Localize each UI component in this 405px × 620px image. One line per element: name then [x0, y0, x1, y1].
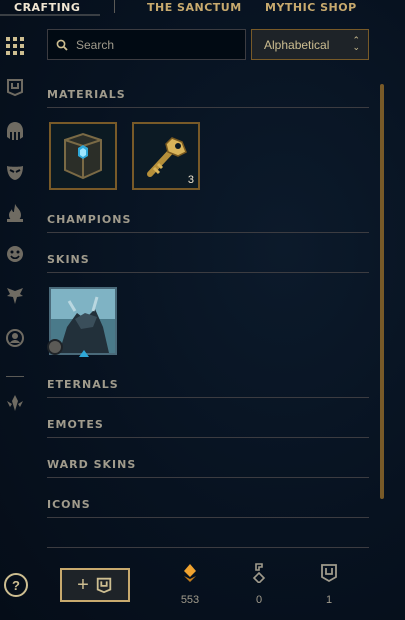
- section-champions[interactable]: CHAMPIONS: [47, 213, 369, 233]
- section-icons[interactable]: ICONS: [47, 498, 369, 518]
- section-skins[interactable]: SKINS: [47, 253, 369, 273]
- tab-mythic-shop[interactable]: MYTHIC SHOP: [265, 1, 357, 14]
- shard-type-icon: [47, 339, 63, 355]
- eternals-icon[interactable]: [4, 392, 26, 414]
- chest-count-icon: [321, 564, 337, 583]
- sort-chevron-icon: ⌃ ⌄: [352, 35, 360, 52]
- hextech-key-icon[interactable]: 3: [132, 122, 200, 190]
- nav-divider: [114, 0, 115, 13]
- chest-counter: 1: [307, 563, 351, 606]
- orange-essence-icon: [184, 564, 196, 582]
- ward-flame-icon[interactable]: [4, 202, 26, 224]
- orange-essence-value: 553: [180, 594, 200, 606]
- key-fragment-counter: 0: [237, 563, 281, 606]
- profile-icon[interactable]: [4, 327, 26, 349]
- mask-icon[interactable]: [4, 161, 26, 183]
- rarity-icon: [79, 350, 89, 357]
- footer-divider: [47, 547, 369, 548]
- loot-list: MATERIALS 3 CHAMPIONS SKINS ETERNALS EMO…: [47, 80, 369, 530]
- orange-essence-counter: 553: [168, 563, 212, 606]
- grid-icon[interactable]: [4, 35, 26, 57]
- chest-icon[interactable]: [4, 76, 26, 98]
- sort-dropdown[interactable]: Alphabetical ⌃ ⌄: [251, 29, 369, 60]
- tab-the-sanctum[interactable]: THE SANCTUM: [147, 1, 242, 14]
- search-input[interactable]: [76, 37, 236, 52]
- section-ward-skins[interactable]: WARD SKINS: [47, 458, 369, 478]
- champion-helmet-icon[interactable]: [4, 120, 26, 142]
- active-tab-underline: [0, 14, 100, 16]
- add-chest-button[interactable]: +: [60, 568, 130, 602]
- help-button[interactable]: ?: [4, 573, 28, 597]
- rail-divider: [6, 376, 24, 377]
- search-icon: [56, 39, 68, 51]
- sort-selected-value: Alphabetical: [264, 37, 330, 52]
- chest-icon: [96, 577, 112, 594]
- chest-count-value: 1: [325, 594, 333, 606]
- key-fragment-icon: [252, 563, 266, 583]
- emote-icon[interactable]: [4, 243, 26, 265]
- category-rail: [0, 30, 32, 620]
- scrollbar[interactable]: [380, 84, 384, 499]
- search-box[interactable]: [47, 29, 246, 60]
- section-emotes[interactable]: EMOTES: [47, 418, 369, 438]
- add-label: +: [77, 573, 89, 596]
- section-materials[interactable]: MATERIALS: [47, 88, 369, 108]
- key-count: 3: [187, 174, 194, 186]
- top-navigation: CRAFTING THE SANCTUM MYTHIC SHOP: [0, 0, 405, 16]
- tab-crafting[interactable]: CRAFTING: [14, 1, 80, 14]
- key-fragment-value: 0: [255, 594, 263, 606]
- hextech-chest-icon[interactable]: [49, 122, 117, 190]
- icon-bird-icon[interactable]: [4, 285, 26, 307]
- section-eternals[interactable]: ETERNALS: [47, 378, 369, 398]
